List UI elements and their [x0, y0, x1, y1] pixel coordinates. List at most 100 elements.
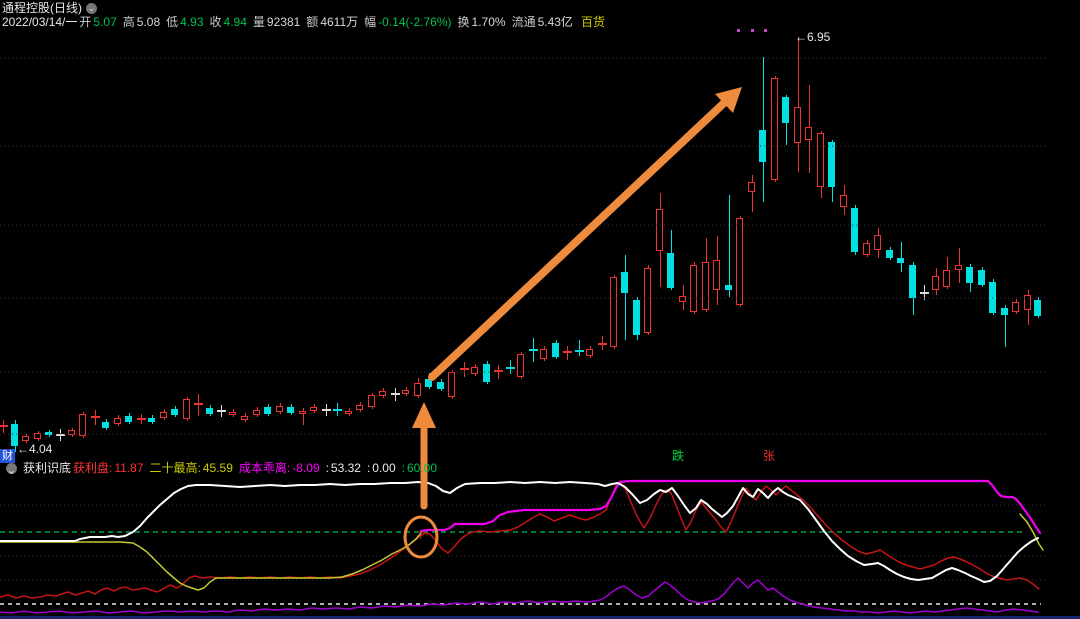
indicator-field-value-0: 11.87: [114, 461, 144, 475]
candle-body: [241, 416, 248, 420]
ohlc-field-label-4: 量: [252, 15, 265, 29]
candle-body: [22, 436, 29, 441]
candle-body: [725, 285, 732, 290]
ohlc-field-label-6: 幅: [364, 15, 377, 29]
doji-tick: [332, 409, 342, 411]
doji-tick: [0, 425, 8, 427]
candle-body: [1001, 308, 1008, 315]
candle-body: [471, 367, 478, 374]
candle-body: [160, 412, 167, 418]
ohlc-field-value-9: 百货: [580, 15, 605, 29]
doji-tick: [136, 418, 146, 420]
ohlc-field-label-0: 开: [79, 15, 92, 29]
candle-body: [851, 208, 858, 252]
candle-body: [644, 268, 651, 333]
stock-title: 通程控股(日线): [2, 1, 82, 15]
ohlc-field-value-2: 4.93: [180, 15, 204, 29]
candle-body: [978, 270, 985, 285]
purple-dot: [764, 29, 767, 32]
ohlc-field-value-0: 5.07: [93, 15, 117, 29]
candle-body: [171, 409, 178, 415]
candle-body: [943, 270, 950, 287]
candle-body: [552, 343, 559, 357]
trading-app-window: 通程控股(日线) ⌄ 2022/03/14/一 开 5.07 高 5.08 低 4.93 收…: [0, 0, 1080, 619]
candle-body: [702, 262, 709, 310]
candle-body: [276, 406, 283, 412]
rise-marker: 张: [763, 449, 776, 463]
ohlc-field-value-6: -0.14(-2.76%): [378, 15, 452, 29]
ohlc-field-value-3: 4.94: [223, 15, 247, 29]
low-price-label: ←4.04: [17, 442, 53, 456]
candle-body: [299, 411, 306, 414]
candle-body: [610, 277, 617, 347]
indicator-field-value-2: -8.09: [292, 461, 320, 475]
candle-body: [379, 391, 386, 396]
candle-body: [102, 422, 109, 428]
indicator-name[interactable]: 获利识底: [23, 461, 71, 475]
ohlc-field-label-7: 换: [457, 15, 470, 29]
candle-body: [828, 142, 835, 187]
candle-body: [1034, 300, 1041, 316]
indicator-chevron-icon[interactable]: ⌄: [6, 462, 17, 477]
doji-tick: [574, 350, 584, 352]
candle-body: [805, 127, 812, 140]
info-bar: 通程控股(日线) ⌄ 2022/03/14/一 开 5.07 高 5.08 低 4.93 收…: [2, 1, 613, 29]
ohlc-field-value-1: 5.08: [136, 15, 161, 29]
indicator-field-label-4: :: [366, 461, 371, 475]
indicator-field-value-4: 0.00: [372, 461, 396, 475]
candle-body: [690, 265, 697, 312]
candle-body: [874, 235, 881, 250]
doji-tick: [562, 351, 572, 353]
doji-tick: [919, 292, 929, 294]
ohlc-fields: 开 5.07 高 5.08 低 4.93 收 4.94 量 92381 额 4611万幅 -0.14(-…: [79, 16, 611, 29]
doji-tick: [321, 409, 331, 411]
indicator-field-value-1: 45.59: [202, 461, 233, 475]
ohlc-field-label-5: 额: [306, 15, 319, 29]
candle-wick: [797, 37, 799, 172]
doji-tick: [505, 367, 515, 369]
indicator-field-label-0: 获利盘:: [73, 461, 113, 475]
candle-body: [402, 390, 409, 394]
doji-tick: [528, 349, 538, 351]
candle-body: [621, 272, 628, 293]
candle-body: [989, 282, 996, 313]
candle-wick: [728, 195, 730, 297]
candle-body: [34, 433, 41, 439]
candle-body: [45, 432, 52, 435]
indicator-field-value-3: 53.32: [330, 461, 361, 475]
candle-body: [1024, 295, 1031, 310]
indicator-field-label-2: 成本乖离:: [238, 461, 291, 475]
ohlc-field-value-5: 4611万: [320, 15, 359, 29]
candle-body: [287, 407, 294, 413]
ohlc-field-value-8: 5.43亿: [537, 15, 573, 29]
purple-dot: [737, 29, 740, 32]
candle-body: [356, 405, 363, 410]
candle-body: [782, 97, 789, 123]
candle-body: [253, 410, 260, 415]
ohlc-field-label-2: 低: [166, 15, 179, 29]
candle-body: [679, 296, 686, 302]
candlestick-chart[interactable]: [0, 0, 1080, 619]
candle-body: [932, 276, 939, 290]
candle-wick: [751, 175, 753, 212]
doji-tick: [55, 434, 65, 436]
indicator-field-label-1: 二十最高:: [149, 461, 201, 475]
candle-body: [206, 408, 213, 414]
ohlc-field-label-8: 流通: [511, 15, 536, 29]
candle-body: [863, 243, 870, 255]
ohlc-field-value-4: 92381: [266, 15, 301, 29]
candle-body: [368, 395, 375, 407]
candle-body: [310, 407, 317, 411]
indicator-field-label-3: :: [325, 461, 329, 475]
candle-body: [79, 414, 86, 436]
candle-body: [264, 407, 271, 414]
candle-body: [483, 364, 490, 382]
title-chevron-icon[interactable]: ⌄: [86, 2, 97, 14]
candle-body: [909, 265, 916, 298]
candle-body: [897, 258, 904, 263]
candle-body: [448, 372, 455, 397]
indicator-field-value-5: 60.00: [407, 461, 438, 475]
doji-tick: [493, 370, 503, 372]
candle-body: [633, 300, 640, 335]
candle-wick: [497, 365, 499, 379]
